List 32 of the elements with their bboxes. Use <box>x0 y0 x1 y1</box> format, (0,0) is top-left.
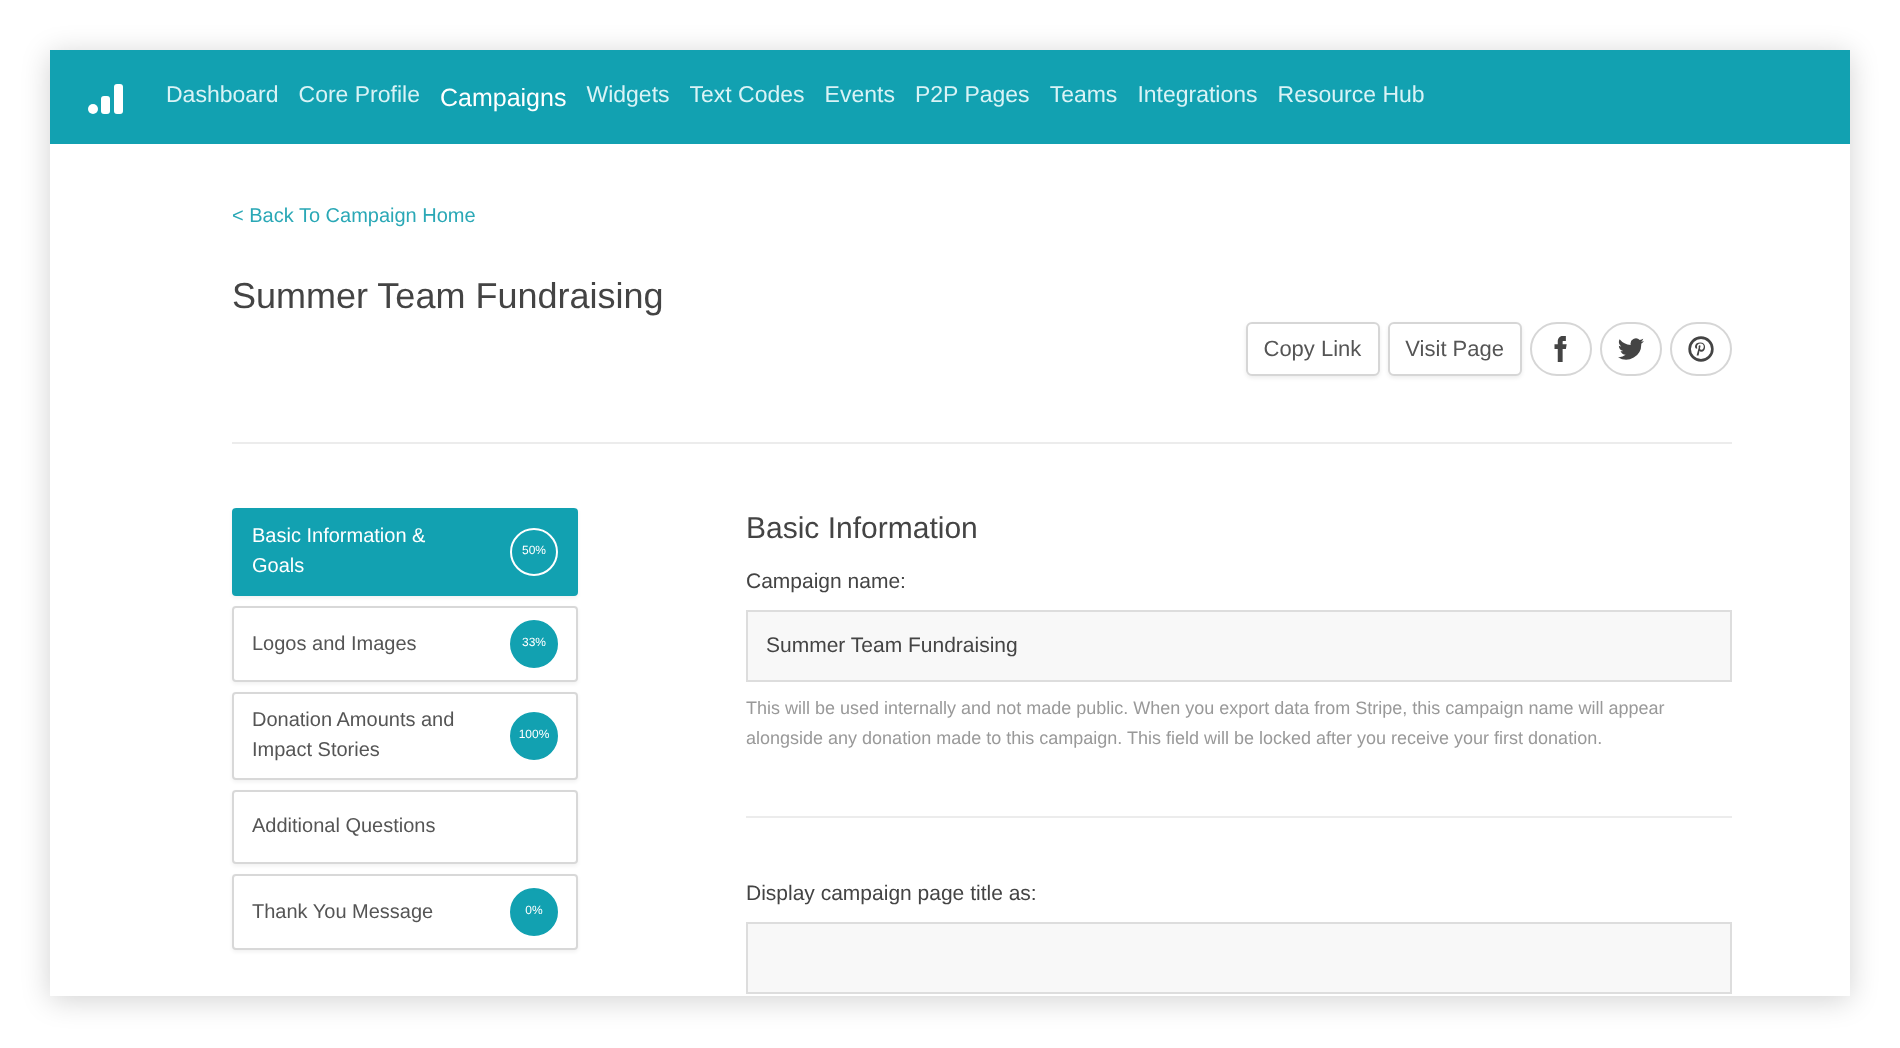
section-nav-label: Logos and Images <box>252 631 417 659</box>
help-text: This will be used internally and not made public. When you export data from Stripe, this campaign name will appear alongside any donation made to this campaign. This field will be locked after you receive your first donation. <box>746 696 1667 752</box>
section-nav-label: Thank You Message <box>252 899 434 927</box>
nav-link[interactable]: Widgets <box>586 83 670 111</box>
share-button[interactable] <box>1670 322 1732 376</box>
page-title: Summer Team Fundraising <box>232 276 666 318</box>
section-nav-label: Donation Amounts and Impact Stories <box>252 708 457 766</box>
back-link[interactable]: < Back To Campaign Home <box>232 206 476 228</box>
nav-link[interactable]: Text Codes <box>689 83 805 111</box>
section-nav-item[interactable]: Additional Questions <box>232 790 578 864</box>
action-button[interactable]: Visit Page <box>1387 322 1522 376</box>
nav-link[interactable]: Resource Hub <box>1277 83 1425 111</box>
nav-link[interactable]: P2P Pages <box>914 83 1030 111</box>
field-label: Display campaign page title as: <box>746 882 1039 906</box>
nav-link[interactable]: Campaigns <box>439 83 567 111</box>
action-button[interactable]: Copy Link <box>1245 322 1380 376</box>
text-field[interactable]: Summer Team Fundraising <box>746 610 1732 682</box>
twitter-icon <box>1618 336 1644 362</box>
nav-link[interactable]: Events <box>824 83 895 111</box>
pinterest-icon <box>1688 336 1714 362</box>
section-nav-label: Additional Questions <box>252 814 436 842</box>
text-field[interactable] <box>746 922 1732 994</box>
nav-link[interactable]: Integrations <box>1137 83 1258 111</box>
share-button[interactable] <box>1530 322 1592 376</box>
nav-link[interactable]: Dashboard <box>166 83 279 111</box>
nav-link[interactable]: Teams <box>1049 83 1118 111</box>
section-title: Basic Information <box>746 512 980 546</box>
field-label: Campaign name: <box>746 570 908 594</box>
nav-link[interactable]: Core Profile <box>298 83 420 111</box>
section-nav-label: Basic Information & Goals <box>252 524 428 582</box>
share-button[interactable] <box>1600 322 1662 376</box>
bar-chart-logo-icon[interactable] <box>88 81 124 113</box>
